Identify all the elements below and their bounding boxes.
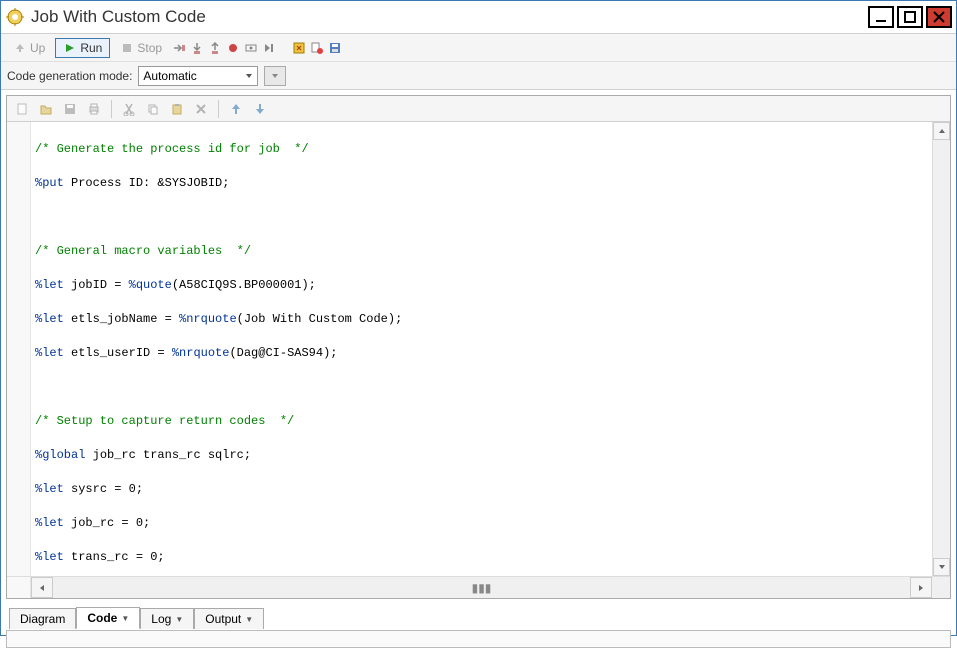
run-icon [63, 41, 77, 55]
scroll-track[interactable] [933, 140, 950, 558]
main-toolbar: Up Run Stop [1, 34, 956, 62]
new-file-icon[interactable] [13, 100, 31, 118]
tab-log[interactable]: Log▼ [140, 608, 194, 629]
up-icon [13, 41, 27, 55]
minimize-button[interactable] [868, 6, 894, 28]
tool-icon-1[interactable] [292, 41, 306, 55]
maximize-button[interactable] [897, 6, 923, 28]
codegen-extra-button[interactable] [264, 66, 286, 86]
copy-icon[interactable] [144, 100, 162, 118]
arrow-up-blue-icon[interactable] [227, 100, 245, 118]
window-title: Job With Custom Code [31, 7, 868, 27]
paste-icon[interactable] [168, 100, 186, 118]
chevron-down-icon[interactable]: ▼ [121, 614, 129, 623]
codegen-mode-value: Automatic [143, 69, 196, 83]
titlebar: Job With Custom Code [1, 1, 956, 34]
close-button[interactable] [926, 6, 952, 28]
codegen-label: Code generation mode: [7, 69, 132, 83]
step-into-icon[interactable] [190, 41, 204, 55]
hscroll-track[interactable]: ▮▮▮ [53, 577, 910, 598]
up-button[interactable]: Up [7, 39, 51, 57]
chevron-down-icon[interactable]: ▼ [245, 615, 253, 624]
tool-icon-2[interactable] [310, 41, 324, 55]
delete-icon[interactable] [192, 100, 210, 118]
save-file-icon[interactable] [61, 100, 79, 118]
code-area[interactable]: /* Generate the process id for job */ %p… [31, 122, 932, 576]
scroll-right-button[interactable] [910, 577, 932, 598]
stop-label: Stop [137, 41, 162, 55]
editor-body: /* Generate the process id for job */ %p… [7, 122, 950, 576]
run-button[interactable]: Run [55, 38, 110, 58]
code-comment: /* Generate the process id for job */ [35, 142, 309, 156]
horizontal-scrollbar[interactable]: ▮▮▮ [7, 576, 950, 598]
continue-icon[interactable] [262, 41, 276, 55]
stop-button[interactable]: Stop [114, 39, 168, 57]
codegen-mode-dropdown[interactable]: Automatic [138, 66, 258, 86]
statusbar [6, 630, 951, 648]
open-file-icon[interactable] [37, 100, 55, 118]
step-over-icon[interactable] [172, 41, 186, 55]
breakpoint-icon[interactable] [226, 41, 240, 55]
arrow-down-blue-icon[interactable] [251, 100, 269, 118]
scroll-up-button[interactable] [933, 122, 950, 140]
watch-icon[interactable] [244, 41, 258, 55]
scroll-left-button[interactable] [31, 577, 53, 598]
hscroll-grip-icon: ▮▮▮ [472, 581, 492, 595]
vertical-scrollbar[interactable] [932, 122, 950, 576]
save-icon[interactable] [328, 41, 342, 55]
tab-output[interactable]: Output▼ [194, 608, 264, 629]
editor-toolbar [7, 96, 950, 122]
tab-code[interactable]: Code▼ [76, 607, 140, 629]
gutter [7, 122, 31, 576]
code-editor-panel: /* Generate the process id for job */ %p… [6, 95, 951, 599]
stop-icon [120, 41, 134, 55]
codegen-toolbar: Code generation mode: Automatic [1, 62, 956, 90]
chevron-down-icon[interactable]: ▼ [175, 615, 183, 624]
bottom-tabs: Diagram Code▼ Log▼ Output▼ [1, 604, 956, 628]
step-out-icon[interactable] [208, 41, 222, 55]
cut-icon[interactable] [120, 100, 138, 118]
up-label: Up [30, 41, 45, 55]
chevron-down-icon [245, 72, 253, 80]
scroll-down-button[interactable] [933, 558, 950, 576]
print-icon[interactable] [85, 100, 103, 118]
app-icon [5, 7, 25, 27]
tab-diagram[interactable]: Diagram [9, 608, 76, 629]
run-label: Run [80, 41, 102, 55]
